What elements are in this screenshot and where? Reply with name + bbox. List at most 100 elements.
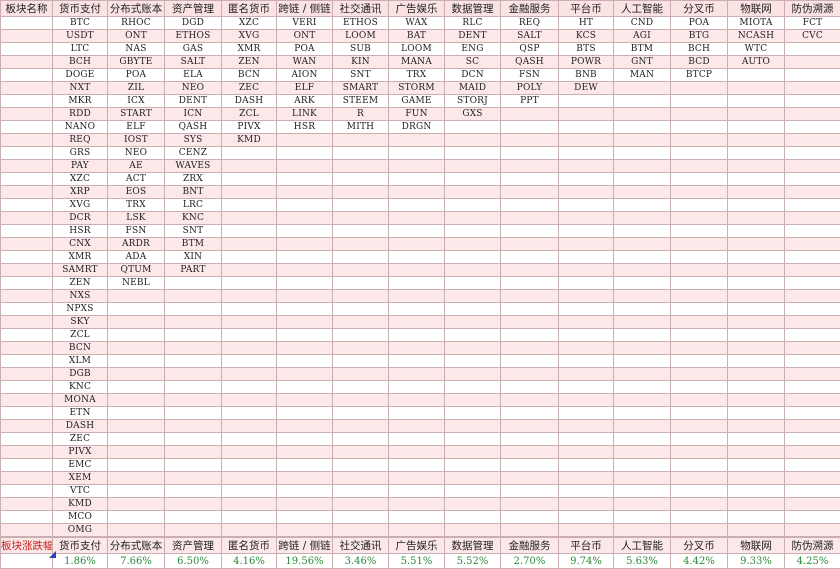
table-cell[interactable]: XRP [53,186,108,199]
column-header[interactable]: 物联网 [728,1,785,17]
table-cell[interactable] [501,368,559,381]
table-cell[interactable] [445,277,501,290]
table-cell[interactable] [333,368,389,381]
table-cell[interactable] [333,303,389,316]
summary-column-header[interactable]: 社交通讯 [333,537,389,554]
table-cell[interactable] [389,394,445,407]
table-cell[interactable]: POA [671,17,728,30]
table-cell[interactable] [785,173,840,186]
table-cell[interactable] [333,355,389,368]
summary-column-header[interactable]: 货币支付 [53,537,108,554]
table-cell[interactable] [108,459,165,472]
table-cell[interactable] [501,329,559,342]
table-cell[interactable] [785,303,840,316]
table-cell[interactable]: NPXS [53,303,108,316]
table-cell[interactable]: EMC [53,459,108,472]
table-cell[interactable]: SC [445,56,501,69]
table-cell[interactable] [559,134,614,147]
table-cell[interactable]: DENT [165,95,222,108]
table-cell[interactable] [559,186,614,199]
row-label-cell[interactable] [1,108,53,121]
table-cell[interactable]: MKR [53,95,108,108]
table-cell[interactable] [445,498,501,511]
table-cell[interactable]: AGI [614,30,671,43]
table-cell[interactable] [501,511,559,524]
table-cell[interactable] [389,433,445,446]
table-cell[interactable]: STEEM [333,95,389,108]
table-cell[interactable]: SUB [333,43,389,56]
summary-column-header[interactable]: 分布式账本 [108,537,165,554]
table-cell[interactable]: MITH [333,121,389,134]
table-cell[interactable] [785,316,840,329]
row-label-cell[interactable] [1,368,53,381]
table-cell[interactable] [165,368,222,381]
table-cell[interactable] [222,407,277,420]
table-cell[interactable] [165,303,222,316]
row-label-cell[interactable] [1,264,53,277]
table-cell[interactable] [671,212,728,225]
table-cell[interactable] [222,459,277,472]
table-cell[interactable] [728,511,785,524]
table-cell[interactable] [108,381,165,394]
table-cell[interactable]: ICN [165,108,222,121]
table-cell[interactable] [277,225,333,238]
table-cell[interactable] [389,186,445,199]
table-cell[interactable] [445,524,501,538]
table-cell[interactable] [222,238,277,251]
row-label-cell[interactable] [1,329,53,342]
table-cell[interactable] [108,433,165,446]
table-cell[interactable] [501,264,559,277]
table-cell[interactable] [728,173,785,186]
table-cell[interactable] [277,355,333,368]
table-cell[interactable] [222,524,277,538]
table-cell[interactable] [785,407,840,420]
table-cell[interactable]: NXS [53,290,108,303]
table-cell[interactable]: QASH [165,121,222,134]
row-label-cell[interactable] [1,238,53,251]
table-cell[interactable] [728,342,785,355]
table-cell[interactable] [728,264,785,277]
column-header[interactable]: 货币支付 [53,1,108,17]
table-cell[interactable] [671,407,728,420]
table-cell[interactable] [614,498,671,511]
table-cell[interactable]: ZCL [53,329,108,342]
table-cell[interactable] [108,303,165,316]
table-cell[interactable] [222,498,277,511]
table-cell[interactable] [501,121,559,134]
table-cell[interactable]: POA [108,69,165,82]
table-cell[interactable] [728,498,785,511]
table-cell[interactable] [165,277,222,290]
table-cell[interactable] [785,43,840,56]
table-cell[interactable] [559,524,614,538]
table-cell[interactable] [277,433,333,446]
table-cell[interactable] [389,264,445,277]
table-cell[interactable] [389,511,445,524]
table-cell[interactable] [614,524,671,538]
summary-value[interactable]: 4.42% [671,554,728,569]
row-label-cell[interactable] [1,17,53,30]
table-cell[interactable] [785,95,840,108]
table-cell[interactable] [559,420,614,433]
table-cell[interactable] [333,264,389,277]
table-cell[interactable] [333,173,389,186]
table-cell[interactable] [389,173,445,186]
table-cell[interactable] [222,186,277,199]
table-cell[interactable]: DEW [559,82,614,95]
table-cell[interactable]: CVC [785,30,840,43]
table-cell[interactable] [559,407,614,420]
table-cell[interactable]: VERI [277,17,333,30]
table-cell[interactable] [559,290,614,303]
summary-value[interactable]: 5.63% [614,554,671,569]
table-cell[interactable] [445,316,501,329]
table-cell[interactable] [728,433,785,446]
summary-column-header[interactable]: 数据管理 [445,537,501,554]
table-cell[interactable] [389,316,445,329]
table-cell[interactable]: ARK [277,95,333,108]
table-cell[interactable] [559,368,614,381]
row-label-cell[interactable] [1,485,53,498]
table-cell[interactable]: QASH [501,56,559,69]
table-cell[interactable] [671,277,728,290]
table-cell[interactable] [785,394,840,407]
table-cell[interactable] [614,82,671,95]
table-cell[interactable]: NAS [108,43,165,56]
